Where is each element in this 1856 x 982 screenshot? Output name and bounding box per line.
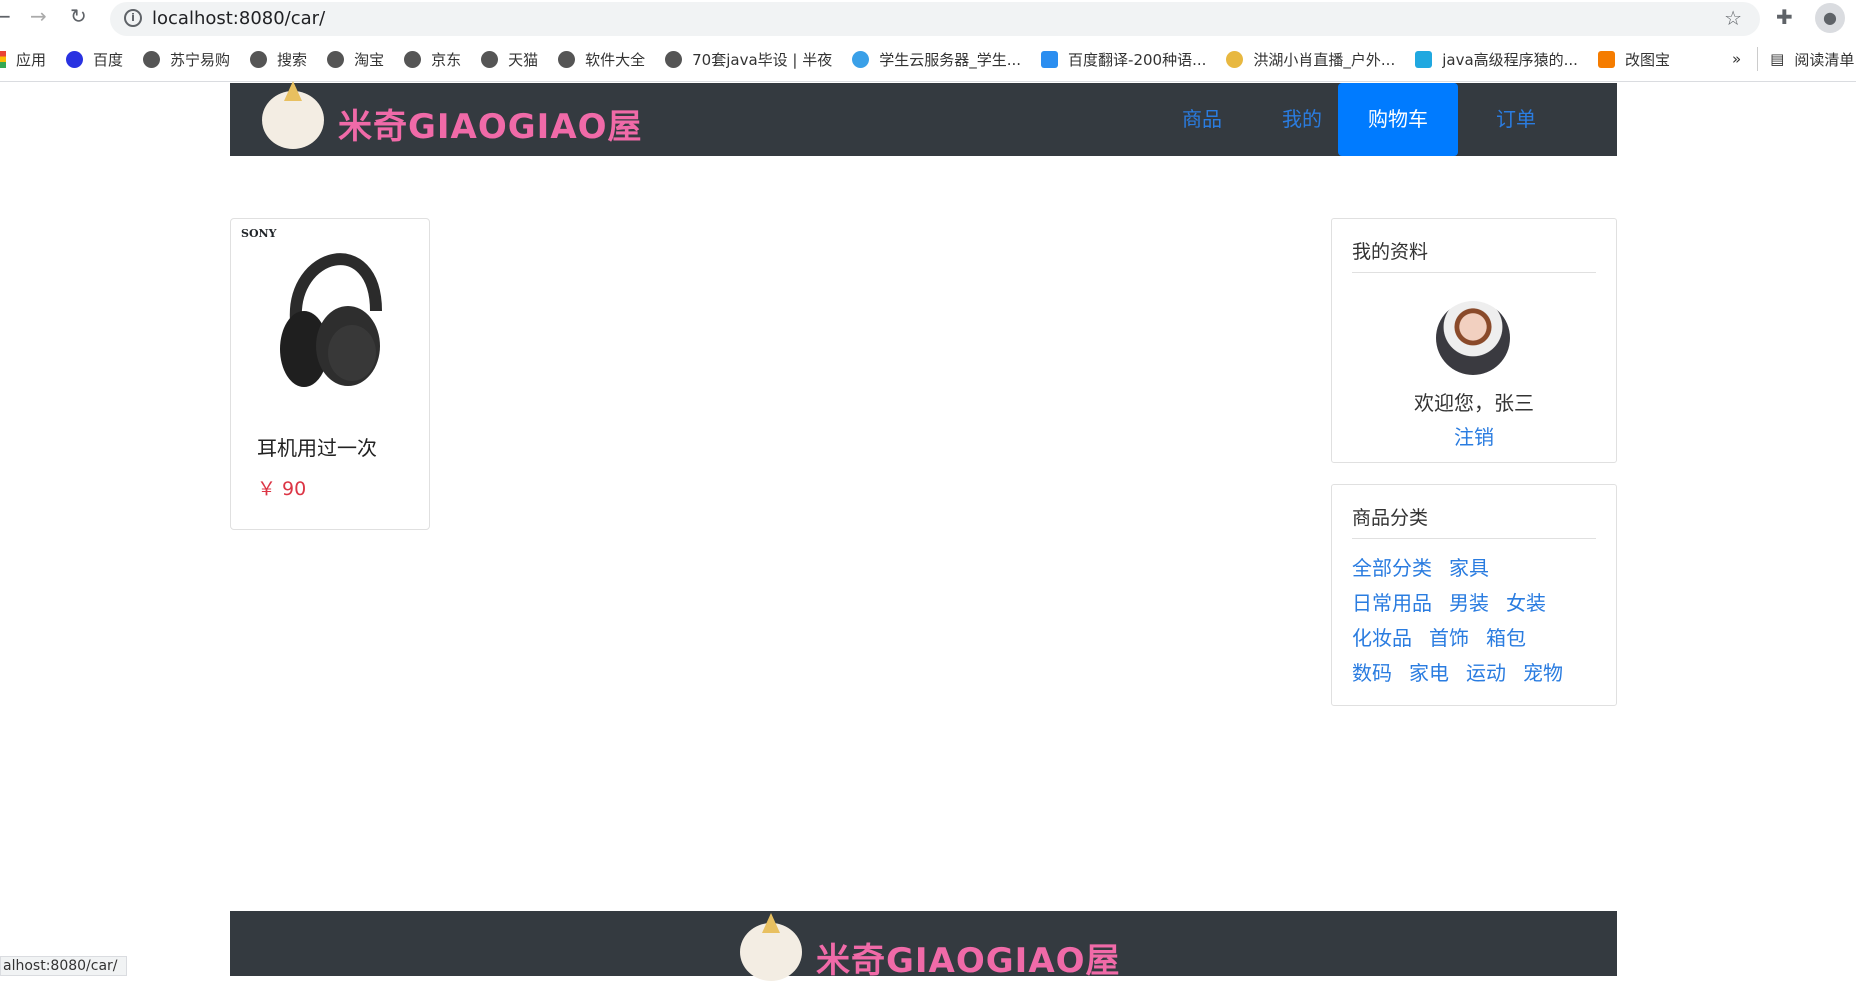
bookmark-label: 70套java毕设 | 半夜 — [692, 50, 833, 69]
bookmark[interactable]: 天猫 — [481, 49, 538, 70]
cloud-icon — [852, 50, 870, 68]
profile-icon[interactable]: ● — [1815, 3, 1845, 33]
item-price: ￥ 90 — [257, 478, 307, 500]
translate-icon — [1041, 50, 1059, 68]
category-link[interactable]: 宠物 — [1523, 656, 1563, 691]
category-link[interactable]: 家具 — [1449, 551, 1489, 586]
extensions-icon[interactable]: ✚ — [1776, 5, 1793, 29]
bookmark[interactable]: 搜索 — [250, 49, 307, 70]
category-link[interactable]: 化妆品 — [1352, 621, 1412, 656]
bear-logo-icon — [740, 913, 802, 981]
url-text[interactable]: localhost:8080/car/ — [152, 8, 325, 29]
globe-icon — [250, 50, 268, 68]
back-icon[interactable]: ← — [0, 4, 11, 28]
status-bubble: alhost:8080/car/ — [0, 956, 127, 976]
bookmark-label: java高级程序猿的... — [1442, 50, 1578, 69]
bookmark-label: 软件大全 — [585, 50, 646, 69]
reading-list-label: 阅读清单 — [1794, 50, 1855, 69]
footer-logo: 米奇GIAOGIAO屋 — [816, 941, 1121, 981]
baidu-icon — [66, 50, 84, 68]
divider — [1757, 47, 1759, 71]
site-navbar: 米奇GIAOGIAO屋 商品 我的 购物车 订单 — [230, 81, 1617, 156]
bookmark[interactable]: 百度 — [66, 49, 123, 70]
nav-mine[interactable]: 我的 — [1256, 83, 1348, 156]
category-link[interactable]: 女装 — [1506, 586, 1546, 621]
profile-heading: 我的资料 — [1352, 237, 1596, 273]
avatar — [1436, 301, 1510, 375]
bookmark-label: 学生云服务器_学生... — [879, 50, 1022, 69]
globe-icon — [327, 50, 345, 68]
cart-item-card[interactable]: SONY 耳机用过一次 ￥ 90 — [230, 218, 430, 530]
reload-icon[interactable]: ↻ — [70, 4, 87, 28]
bookmark[interactable]: 京东 — [404, 49, 461, 70]
bookmark[interactable]: 70套java毕设 | 半夜 — [665, 49, 832, 70]
globe-icon — [665, 50, 683, 68]
browser-toolbar: ← → ↻ i localhost:8080/car/ ☆ ✚ ● — [0, 0, 1856, 37]
bookmark[interactable]: 软件大全 — [558, 49, 645, 70]
bookmark[interactable]: 改图宝 — [1597, 49, 1670, 70]
bookmark-label: 苏宁易购 — [170, 50, 231, 69]
bookmarks-bar: 应用 百度 苏宁易购 搜索 淘宝 京东 天猫 软件大全 70套java毕设 | … — [0, 37, 1856, 82]
bookmark[interactable]: java高级程序猿的... — [1415, 49, 1578, 70]
bookmark[interactable]: 百度翻译-200种语... — [1041, 49, 1206, 70]
reading-list-icon: ▤ — [1770, 50, 1785, 68]
category-link[interactable]: 家电 — [1409, 656, 1449, 691]
reading-list[interactable]: ▤ 阅读清单 — [1770, 49, 1854, 70]
bookmark-label: 京东 — [431, 50, 462, 69]
bookmark-label: 应用 — [16, 50, 47, 69]
headphones-image — [280, 253, 382, 387]
item-title[interactable]: 耳机用过一次 — [257, 432, 377, 461]
bilibili-icon — [1415, 50, 1433, 68]
category-link[interactable]: 箱包 — [1486, 621, 1526, 656]
welcome-text: 欢迎您，张三 — [1414, 391, 1534, 415]
bookmark-label: 百度 — [93, 50, 124, 69]
category-link[interactable]: 数码 — [1352, 656, 1392, 691]
categories-panel: 商品分类 全部分类 家具 日常用品 男装 女装 化妆品 首饰 箱包 数码 家电 运动 宠物 — [1331, 484, 1617, 706]
globe-icon — [481, 50, 499, 68]
categories-heading: 商品分类 — [1352, 503, 1596, 539]
bookmark-label: 改图宝 — [1624, 50, 1670, 69]
bookmark-star-icon[interactable]: ☆ — [1724, 6, 1742, 30]
nav-cart[interactable]: 购物车 — [1338, 83, 1458, 156]
category-link[interactable]: 日常用品 — [1352, 586, 1432, 621]
category-link[interactable]: 全部分类 — [1352, 551, 1432, 586]
huya-icon — [1226, 50, 1244, 68]
bookmark-apps[interactable]: 应用 — [0, 49, 46, 70]
apps-icon — [0, 50, 6, 68]
category-link[interactable]: 运动 — [1466, 656, 1506, 691]
logout-link[interactable]: 注销 — [1332, 421, 1616, 450]
bookmark-label: 洪湖小肖直播_户外... — [1253, 50, 1396, 69]
bookmark-label: 百度翻译-200种语... — [1068, 50, 1207, 69]
globe-icon — [404, 50, 422, 68]
bookmark[interactable]: 洪湖小肖直播_户外... — [1226, 49, 1395, 70]
address-bar[interactable]: i localhost:8080/car/ ☆ — [110, 2, 1760, 36]
bookmark[interactable]: 学生云服务器_学生... — [852, 49, 1021, 70]
bookmark[interactable]: 淘宝 — [327, 49, 384, 70]
gaitubao-icon — [1597, 50, 1615, 68]
bookmark-label: 搜索 — [277, 50, 308, 69]
globe-icon — [558, 50, 576, 68]
bookmark-label: 天猫 — [508, 50, 539, 69]
category-link[interactable]: 首饰 — [1429, 621, 1469, 656]
nav-products[interactable]: 商品 — [1156, 83, 1248, 156]
site-footer: 米奇GIAOGIAO屋 — [230, 911, 1617, 981]
category-link[interactable]: 男装 — [1449, 586, 1489, 621]
bookmark-label: 淘宝 — [354, 50, 385, 69]
info-icon[interactable]: i — [124, 9, 142, 27]
forward-icon[interactable]: → — [30, 4, 47, 28]
bear-logo-icon — [262, 81, 324, 149]
globe-icon — [143, 50, 161, 68]
profile-panel: 我的资料 欢迎您，张三 注销 — [1331, 218, 1617, 463]
site-logo[interactable]: 米奇GIAOGIAO屋 — [338, 99, 643, 148]
nav-orders[interactable]: 订单 — [1470, 83, 1562, 156]
bookmark[interactable]: 苏宁易购 — [143, 49, 230, 70]
bookmarks-overflow[interactable]: » — [1732, 50, 1741, 68]
